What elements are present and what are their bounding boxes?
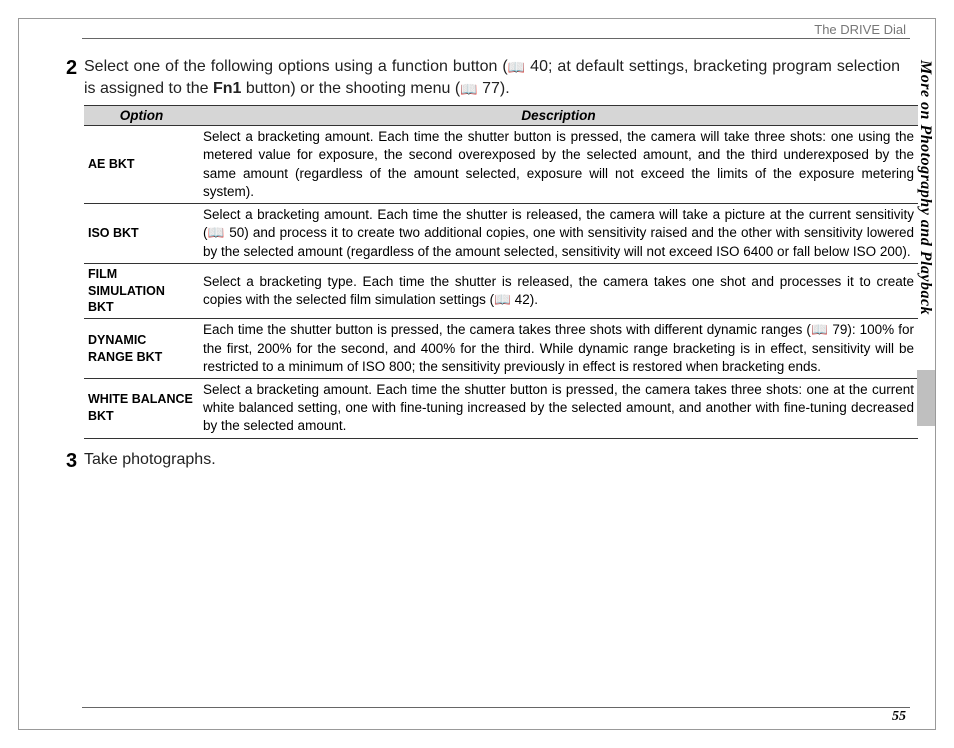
- step2-pre: Select one of the following options usin…: [84, 58, 508, 75]
- step2-ref2: 77).: [478, 80, 510, 97]
- book-icon: 📖: [508, 58, 525, 77]
- bracketing-options-table: Option Description AE BKT Select a brack…: [84, 105, 918, 438]
- option-cell: FILM SIMULATION BKT: [84, 263, 199, 319]
- step-3-text: Take photographs.: [84, 449, 900, 471]
- chapter-tab-marker: [917, 370, 935, 426]
- col-option: Option: [84, 106, 199, 126]
- col-description: Description: [199, 106, 918, 126]
- option-cell: WHITE BALANCE BKT: [84, 379, 199, 439]
- page-number: 55: [892, 709, 906, 725]
- desc-cell: Select a bracketing type. Each time the …: [199, 263, 918, 319]
- header-rule: [82, 38, 910, 39]
- desc-cell: Select a bracketing amount. Each time th…: [199, 379, 918, 439]
- step-3: 3 Take photographs.: [66, 449, 900, 473]
- step-2: 2 Select one of the following options us…: [66, 56, 900, 99]
- main-content: 2 Select one of the following options us…: [66, 56, 900, 479]
- table-row: DYNAMIC RANGE BKT Each time the shutter …: [84, 319, 918, 379]
- step-3-number: 3: [66, 449, 84, 473]
- option-cell: AE BKT: [84, 126, 199, 204]
- table-row: AE BKT Select a bracketing amount. Each …: [84, 126, 918, 204]
- step-2-text: Select one of the following options usin…: [84, 56, 900, 99]
- desc-cell: Select a bracketing amount. Each time th…: [199, 204, 918, 264]
- table-row: WHITE BALANCE BKT Select a bracketing am…: [84, 379, 918, 439]
- option-cell: ISO BKT: [84, 204, 199, 264]
- desc-cell: Select a bracketing amount. Each time th…: [199, 126, 918, 204]
- chapter-tab-label: More on Photography and Playback: [916, 60, 934, 315]
- header-section-title: The DRIVE Dial: [814, 22, 906, 37]
- fn1-label: Fn1: [213, 80, 241, 97]
- step-2-number: 2: [66, 56, 84, 80]
- book-icon: 📖: [460, 80, 477, 99]
- table-row: FILM SIMULATION BKT Select a bracketing …: [84, 263, 918, 319]
- footer-rule: [82, 707, 910, 708]
- desc-cell: Each time the shutter button is pressed,…: [199, 319, 918, 379]
- step2-mid: button) or the shooting menu (: [241, 80, 460, 97]
- table-row: ISO BKT Select a bracketing amount. Each…: [84, 204, 918, 264]
- option-cell: DYNAMIC RANGE BKT: [84, 319, 199, 379]
